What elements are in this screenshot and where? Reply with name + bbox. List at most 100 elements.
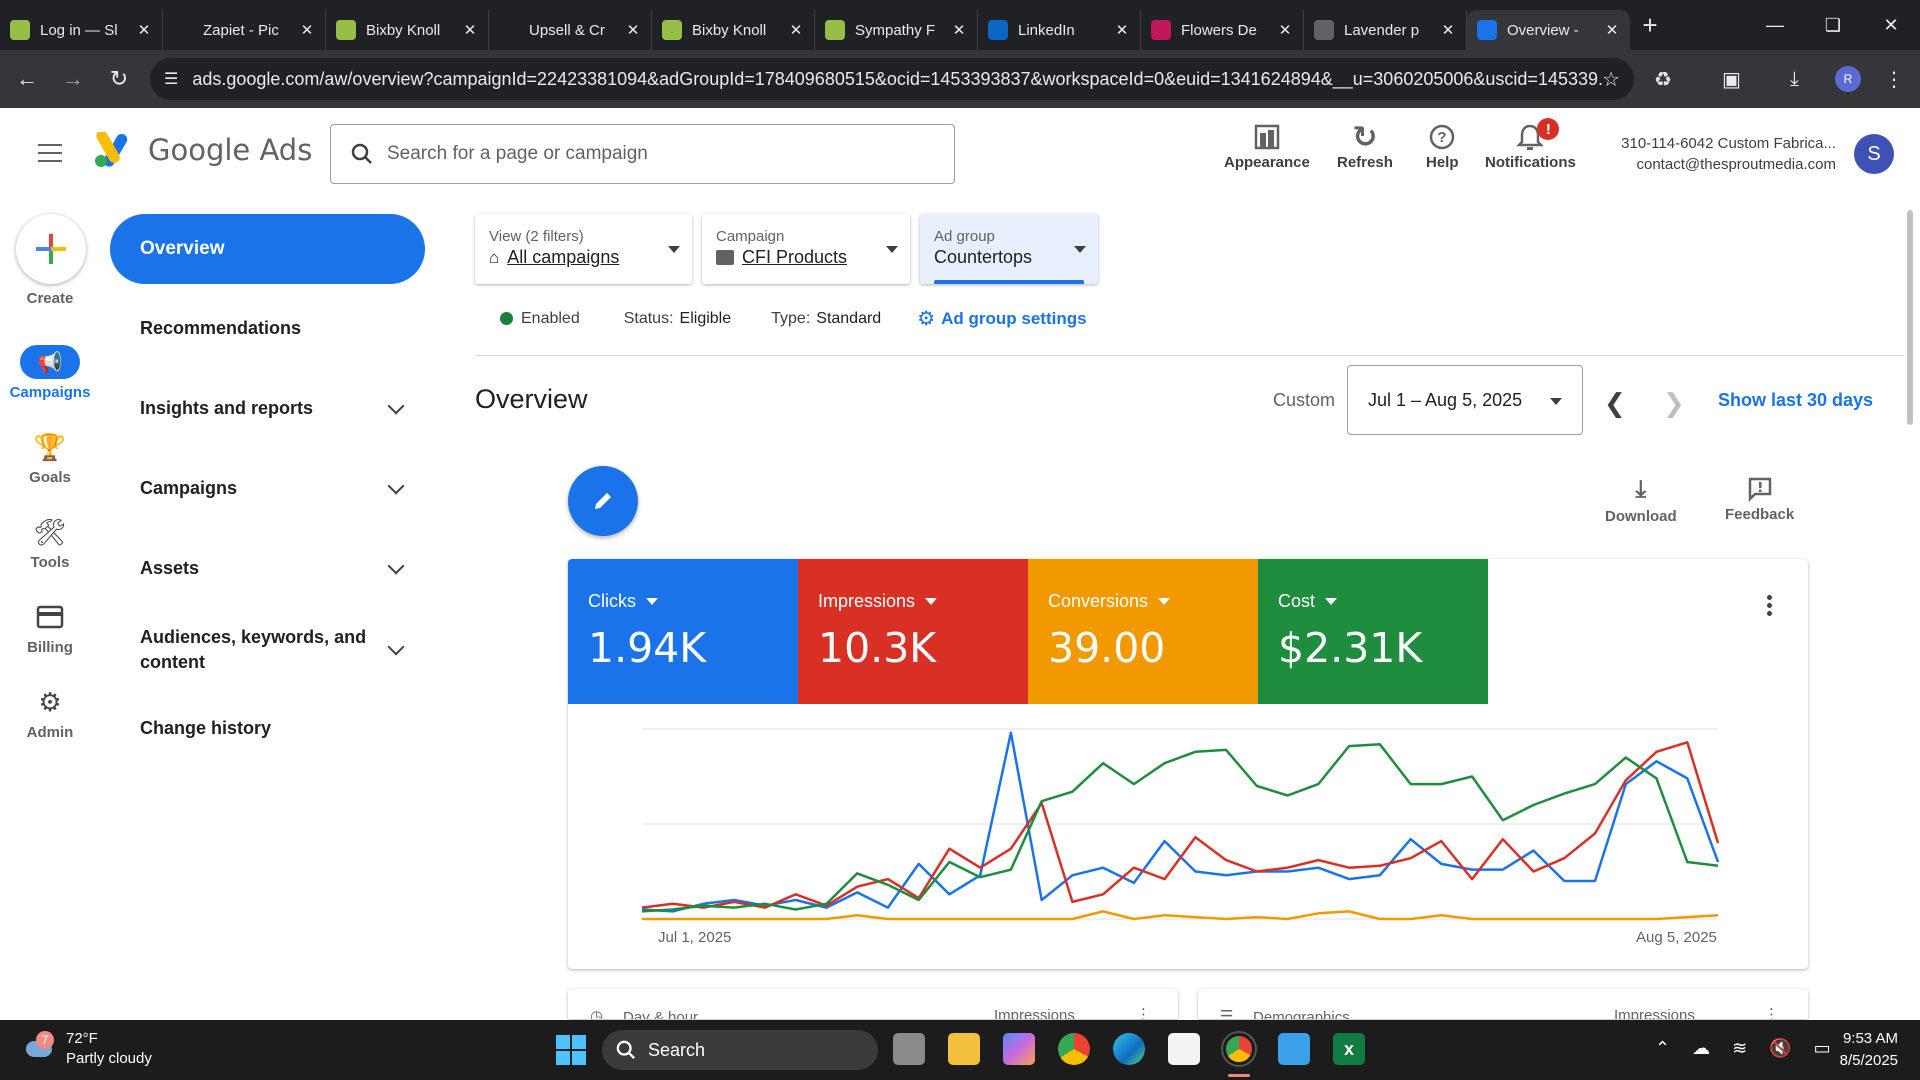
close-tab-icon[interactable]: ✕ <box>1277 21 1293 39</box>
download-button[interactable]: ⤓ Download <box>1605 476 1677 525</box>
more-options-icon[interactable]: ⋮ <box>1136 1005 1151 1019</box>
nav-item-overview[interactable]: Overview <box>110 214 425 284</box>
store-icon[interactable] <box>1168 1033 1200 1065</box>
menu-icon[interactable] <box>38 144 62 168</box>
rail-label-campaigns[interactable]: Campaigns <box>0 384 100 401</box>
tools-icon[interactable]: 🛠 <box>30 515 70 549</box>
task-view-icon[interactable] <box>893 1033 925 1065</box>
extensions-icon[interactable]: ♻ <box>1654 58 1672 100</box>
nav-item-recommendations[interactable]: Recommendations <box>140 318 410 339</box>
notifications-button[interactable]: ! Notifications <box>1485 118 1576 171</box>
rail-label-goals[interactable]: Goals <box>0 469 100 486</box>
account-avatar[interactable]: S <box>1854 134 1894 174</box>
windows-start-icon[interactable] <box>556 1035 586 1065</box>
settings-gear-icon[interactable]: ⚙ <box>917 306 935 331</box>
nav-item-audiences[interactable]: Audiences, keywords, and content <box>140 625 410 675</box>
close-tab-icon[interactable]: ✕ <box>1604 21 1620 39</box>
system-tray-icons[interactable]: ⌃ ☁ ≋ 🔇 ▭ <box>1655 1038 1831 1059</box>
clock[interactable]: 9:53 AM 8/5/2025 <box>1840 1028 1898 1072</box>
site-info-icon[interactable]: ☰ <box>164 69 178 89</box>
close-tab-icon[interactable]: ✕ <box>1440 21 1456 39</box>
close-tab-icon[interactable]: ✕ <box>136 21 152 39</box>
create-button[interactable] <box>16 214 86 284</box>
excel-icon[interactable]: x <box>1333 1033 1365 1065</box>
rail-label-tools[interactable]: Tools <box>0 554 100 571</box>
trophy-icon[interactable]: 🏆 <box>30 430 70 464</box>
wifi-icon[interactable]: ≋ <box>1732 1038 1747 1059</box>
account-info[interactable]: 310-114-6042 Custom Fabrica... contact@t… <box>1621 133 1836 175</box>
browser-tab[interactable]: Bixby Knoll ✕ <box>652 10 815 50</box>
close-tab-icon[interactable]: ✕ <box>788 21 804 39</box>
onedrive-icon[interactable]: ☁ <box>1692 1038 1710 1059</box>
close-tab-icon[interactable]: ✕ <box>299 21 315 39</box>
browser-tab[interactable]: Sympathy F ✕ <box>815 10 978 50</box>
battery-icon[interactable]: ▭ <box>1814 1038 1831 1059</box>
browser-tab[interactable]: LinkedIn ✕ <box>978 10 1141 50</box>
date-range-picker[interactable]: Jul 1 – Aug 5, 2025 <box>1347 365 1583 435</box>
enabled-status[interactable]: Enabled <box>521 310 580 328</box>
taskbar-search[interactable]: Search <box>602 1030 878 1070</box>
edge-icon[interactable] <box>1113 1033 1145 1065</box>
search-input[interactable]: Search for a page or campaign <box>330 124 955 184</box>
browser-tab[interactable]: Upsell & Cr ✕ <box>489 10 652 50</box>
downloads-icon[interactable]: ⤓ <box>1790 58 1799 100</box>
show-last-30-days-link[interactable]: Show last 30 days <box>1718 390 1873 411</box>
weather-widget[interactable]: 7 72°F Partly cloudy <box>22 1029 152 1069</box>
rail-label-billing[interactable]: Billing <box>0 639 100 656</box>
reload-icon[interactable]: ↻ <box>96 66 142 92</box>
chrome-profile-icon[interactable] <box>1221 1031 1257 1067</box>
address-bar[interactable]: ☰ ads.google.com/aw/overview?campaignId=… <box>150 58 1634 100</box>
feedback-button[interactable]: Feedback <box>1725 476 1794 523</box>
previous-period-icon[interactable]: ❮ <box>1604 388 1626 419</box>
browser-tab[interactable]: Lavender p ✕ <box>1304 10 1467 50</box>
demographics-metric-select[interactable]: Impressions <box>1614 1007 1695 1019</box>
scrollbar-thumb[interactable] <box>1907 210 1913 425</box>
credit-card-icon[interactable] <box>30 600 70 634</box>
bookmark-star-icon[interactable]: ☆ <box>1602 67 1620 92</box>
volume-muted-icon[interactable]: 🔇 <box>1769 1038 1791 1059</box>
profile-avatar[interactable]: R <box>1835 58 1861 100</box>
browser-tab[interactable]: Zapiet - Pic ✕ <box>163 10 326 50</box>
help-button[interactable]: ? Help <box>1426 120 1459 171</box>
megaphone-icon[interactable]: 📢 <box>20 345 80 379</box>
copilot-icon[interactable] <box>1003 1033 1035 1065</box>
chevron-up-icon[interactable]: ⌃ <box>1655 1038 1670 1059</box>
gear-icon[interactable]: ⚙ <box>30 685 70 719</box>
campaign-filter[interactable]: Campaign CFI Products <box>702 214 910 284</box>
refresh-button[interactable]: ↻ Refresh <box>1337 120 1393 172</box>
day-hour-metric-select[interactable]: Impressions <box>994 1007 1075 1019</box>
more-options-icon[interactable]: ⋮ <box>1764 1005 1779 1019</box>
close-tab-icon[interactable]: ✕ <box>625 21 641 39</box>
appearance-button[interactable]: Appearance <box>1224 120 1310 171</box>
browser-tab[interactable]: Flowers De ✕ <box>1141 10 1304 50</box>
cast-icon[interactable]: ▣ <box>1722 58 1741 100</box>
minimize-icon[interactable]: — <box>1746 0 1804 50</box>
close-window-icon[interactable]: ✕ <box>1862 0 1920 50</box>
globe-icon <box>1314 20 1334 40</box>
rail-label-admin[interactable]: Admin <box>0 724 100 741</box>
chrome-icon[interactable] <box>1058 1033 1090 1065</box>
close-tab-icon[interactable]: ✕ <box>951 21 967 39</box>
nav-item-change-history[interactable]: Change history <box>140 718 410 739</box>
forward-icon[interactable]: → <box>50 66 96 92</box>
view-filter[interactable]: View (2 filters) ⌂ All campaigns <box>475 214 692 284</box>
restore-icon[interactable]: ❏ <box>1804 0 1862 50</box>
edit-overview-button[interactable] <box>568 466 638 536</box>
browser-tab[interactable]: Log in — Sl ✕ <box>0 10 163 50</box>
back-icon[interactable]: ← <box>4 66 50 92</box>
file-explorer-icon[interactable] <box>948 1033 980 1065</box>
close-tab-icon[interactable]: ✕ <box>1114 21 1130 39</box>
ad-group-settings-link[interactable]: Ad group settings <box>941 309 1086 329</box>
nav-item-assets[interactable]: Assets <box>140 557 410 579</box>
close-tab-icon[interactable]: ✕ <box>462 21 478 39</box>
nav-item-insights[interactable]: Insights and reports <box>140 397 410 419</box>
nav-item-campaigns[interactable]: Campaigns <box>140 477 410 499</box>
browser-tab[interactable]: Bixby Knoll ✕ <box>326 10 489 50</box>
google-ads-logo[interactable]: Google Ads <box>94 132 312 168</box>
adgroup-filter[interactable]: Ad group Countertops <box>920 214 1098 284</box>
browser-menu-icon[interactable]: ⋮ <box>1884 58 1904 100</box>
new-tab-button[interactable]: + <box>1630 10 1670 41</box>
notepad-icon[interactable] <box>1278 1033 1310 1065</box>
next-period-icon[interactable]: ❯ <box>1663 388 1685 419</box>
browser-tab[interactable]: Overview - ✕ <box>1467 10 1630 50</box>
